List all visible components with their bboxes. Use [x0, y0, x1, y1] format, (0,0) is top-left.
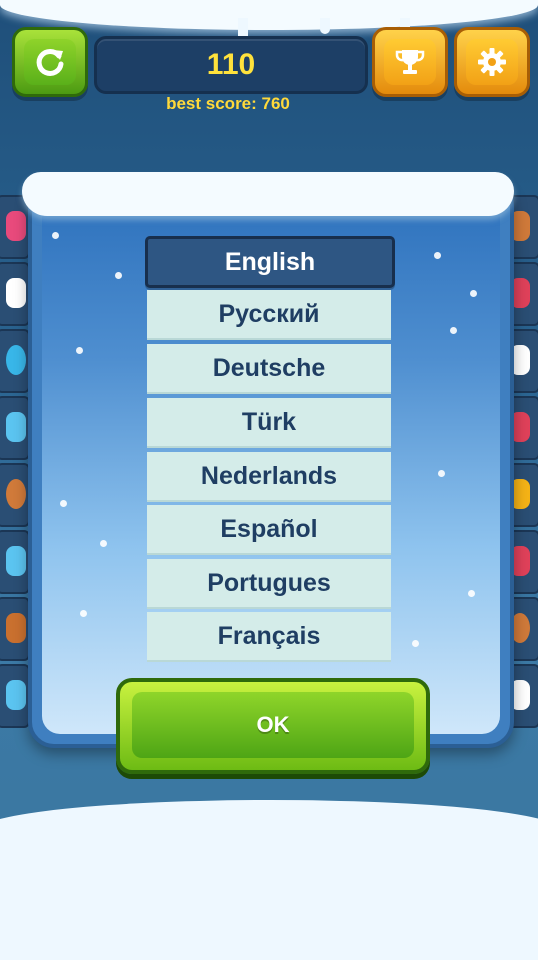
dialog-snow-cap — [22, 172, 514, 216]
snowflake — [470, 290, 477, 297]
icicle — [320, 18, 330, 34]
snowflake — [438, 470, 445, 477]
language-option-dutch[interactable]: Nederlands — [147, 452, 391, 502]
snowflake — [60, 500, 67, 507]
snowflake — [412, 640, 419, 647]
snowflake — [80, 610, 87, 617]
language-option-french[interactable]: Français — [147, 612, 391, 662]
restart-icon — [24, 39, 76, 85]
top-snow-decoration — [0, 0, 538, 30]
snowflake — [76, 347, 83, 354]
board-tile — [0, 530, 30, 594]
ok-button-label: OK — [132, 692, 414, 758]
trophy-icon — [384, 39, 436, 85]
snowflake — [434, 252, 441, 259]
board-tile — [0, 396, 30, 460]
snowflake — [100, 540, 107, 547]
language-option-german[interactable]: Deutsche — [147, 344, 391, 394]
snowflake — [52, 232, 59, 239]
bottom-snow-decoration — [0, 800, 538, 960]
board-tile — [0, 262, 30, 326]
best-score-label: best score: 760 — [166, 94, 290, 113]
trophy-button[interactable] — [372, 27, 448, 97]
ok-button[interactable]: OK — [116, 678, 430, 774]
board-tile — [0, 664, 30, 728]
board-tile — [0, 329, 30, 393]
snowflake — [450, 327, 457, 334]
gear-icon — [466, 39, 518, 85]
language-option-turkish[interactable]: Türk — [147, 398, 391, 448]
board-tile — [0, 463, 30, 527]
language-option-russian[interactable]: Русский — [147, 290, 391, 340]
snowflake — [115, 272, 122, 279]
language-option-portuguese[interactable]: Portugues — [147, 559, 391, 609]
snowflake — [468, 590, 475, 597]
board-tile — [0, 597, 30, 661]
restart-button[interactable] — [12, 27, 88, 97]
settings-button[interactable] — [454, 27, 530, 97]
score-display: 110 — [94, 36, 368, 94]
language-option-spanish[interactable]: Español — [147, 505, 391, 555]
language-option-english[interactable]: English — [145, 236, 395, 288]
